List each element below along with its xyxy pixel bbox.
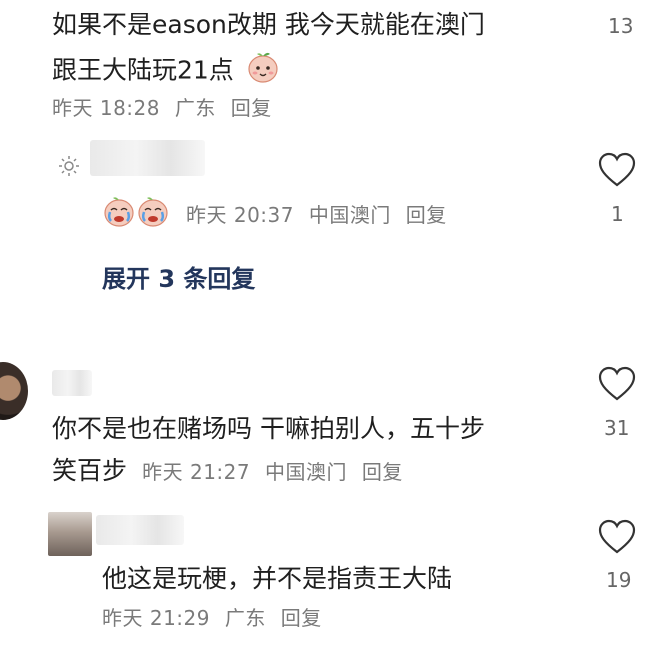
comment-1-reply-button[interactable]: 回复 bbox=[231, 96, 272, 120]
comment-1-meta: 昨天 18:28 广东 回复 bbox=[52, 92, 272, 121]
comment-1-line-1: 如果不是eason改期 我今天就能在澳门 bbox=[52, 10, 485, 39]
blurred-username bbox=[96, 515, 184, 545]
comment-4-reply-button[interactable]: 回复 bbox=[281, 606, 322, 630]
blurred-username bbox=[52, 370, 92, 396]
comment-1-location: 广东 bbox=[174, 96, 216, 120]
comment-2-like-count: 1 bbox=[611, 202, 624, 226]
peach-face-emoji-icon bbox=[246, 50, 280, 93]
crying-face-emoji-2-icon bbox=[136, 194, 170, 232]
sun-icon bbox=[58, 155, 80, 181]
comment-1-time: 昨天 18:28 bbox=[52, 96, 160, 120]
comment-1-line-2: 跟王大陆玩21点 bbox=[52, 50, 280, 93]
comment-1-line-2-text: 跟王大陆玩21点 bbox=[52, 55, 234, 85]
comment-2-time: 昨天 20:37 bbox=[186, 203, 294, 227]
comment-3-reply-button[interactable]: 回复 bbox=[362, 460, 403, 484]
comment-3-like-count: 31 bbox=[604, 416, 630, 440]
comment-2-location: 中国澳门 bbox=[308, 203, 391, 227]
comment-3-line-2-row: 笑百步 昨天 21:27 中国澳门 回复 bbox=[52, 454, 403, 488]
expand-replies-button[interactable]: 展开 3 条回复 bbox=[102, 259, 255, 294]
comment-3-location: 中国澳门 bbox=[264, 460, 347, 484]
comment-4-like-count: 19 bbox=[606, 568, 632, 592]
comment-2-meta: 昨天 20:37 中国澳门 回复 bbox=[186, 199, 447, 228]
heart-outline-icon[interactable] bbox=[598, 366, 636, 402]
comment-3-meta: 昨天 21:27 中国澳门 回复 bbox=[142, 460, 403, 484]
comment-4-meta: 昨天 21:29 广东 回复 bbox=[102, 602, 322, 631]
comment-4-line-1: 他这是玩梗，并不是指责王大陆 bbox=[102, 564, 453, 593]
heart-outline-icon[interactable] bbox=[598, 152, 636, 188]
avatar[interactable] bbox=[48, 512, 92, 556]
comment-4-location: 广东 bbox=[224, 606, 266, 630]
comment-1-like-count: 13 bbox=[608, 14, 634, 38]
avatar[interactable] bbox=[0, 362, 28, 420]
blurred-username bbox=[90, 140, 205, 176]
comment-2-reply-button[interactable]: 回复 bbox=[406, 203, 447, 227]
comment-3-line-1: 你不是也在赌场吗 干嘛拍别人，五十步 bbox=[52, 414, 485, 443]
comment-3-line-2: 笑百步 bbox=[52, 456, 128, 485]
comment-3-time: 昨天 21:27 bbox=[142, 460, 251, 484]
crying-face-emoji-1-icon bbox=[102, 194, 136, 232]
comment-4-time: 昨天 21:29 bbox=[102, 606, 210, 630]
heart-outline-icon[interactable] bbox=[598, 519, 636, 555]
